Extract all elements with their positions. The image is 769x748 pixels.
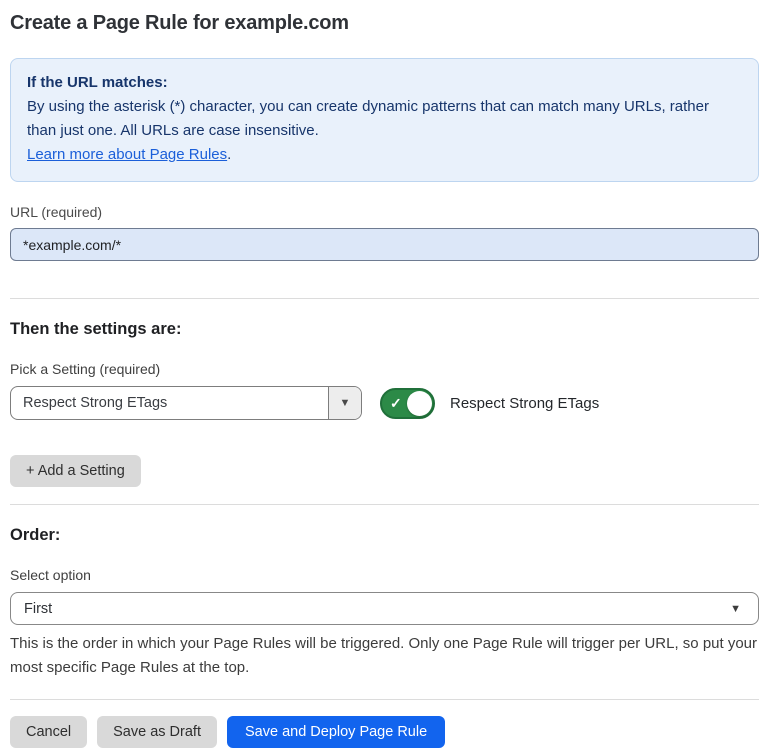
order-help-text: This is the order in which your Page Rul… (10, 632, 759, 680)
create-page-rule-form: Create a Page Rule for example.com If th… (0, 0, 769, 748)
url-match-info-box: If the URL matches: By using the asteris… (10, 58, 759, 182)
info-box-link-line: Learn more about Page Rules. (27, 143, 742, 167)
info-box-body-text: By using the asterisk (*) character, you… (27, 98, 709, 139)
cancel-button[interactable]: Cancel (10, 716, 87, 748)
learn-more-link[interactable]: Learn more about Page Rules (27, 146, 227, 163)
save-and-deploy-button[interactable]: Save and Deploy Page Rule (227, 716, 445, 748)
order-select-label: Select option (10, 567, 759, 583)
form-actions: Cancel Save as Draft Save and Deploy Pag… (10, 716, 759, 748)
add-setting-button[interactable]: + Add a Setting (10, 455, 141, 487)
url-input[interactable] (10, 228, 759, 261)
pick-setting-label: Pick a Setting (required) (10, 361, 759, 377)
setting-toggle-group: ✓ Respect Strong ETags (380, 388, 599, 419)
url-field-label: URL (required) (10, 204, 759, 220)
chevron-down-icon: ▼ (730, 603, 741, 615)
checkmark-icon: ✓ (390, 394, 402, 413)
setting-select[interactable]: Respect Strong ETags ▼ (10, 386, 362, 420)
settings-section-heading: Then the settings are: (10, 320, 759, 339)
setting-toggle-label: Respect Strong ETags (450, 395, 599, 412)
info-box-heading: If the URL matches: (27, 71, 742, 95)
setting-select-value: Respect Strong ETags (11, 387, 328, 419)
setting-row: Respect Strong ETags ▼ ✓ Respect Strong … (10, 386, 759, 420)
link-suffix: . (227, 146, 231, 163)
setting-toggle[interactable]: ✓ (380, 388, 435, 419)
toggle-knob (407, 391, 432, 416)
dropdown-arrow-icon: ▼ (340, 397, 351, 409)
order-section-heading: Order: (10, 526, 759, 545)
divider (10, 298, 759, 299)
divider (10, 504, 759, 505)
divider (10, 699, 759, 700)
info-box-body: By using the asterisk (*) character, you… (27, 95, 742, 143)
order-select[interactable]: First ▼ (10, 592, 759, 625)
dropdown-arrow-button[interactable]: ▼ (328, 387, 361, 419)
save-as-draft-button[interactable]: Save as Draft (97, 716, 217, 748)
page-title: Create a Page Rule for example.com (10, 12, 759, 35)
order-select-value: First (24, 601, 52, 617)
